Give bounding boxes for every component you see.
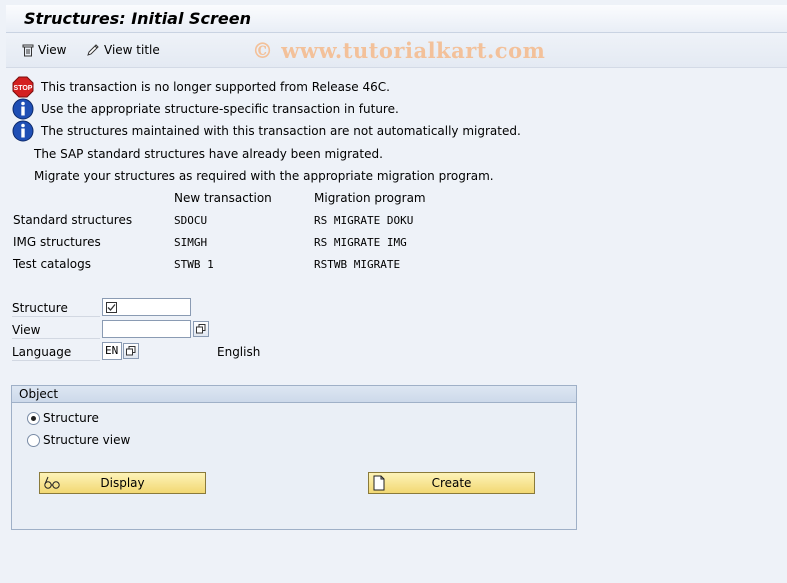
view-button[interactable]: View <box>22 43 66 57</box>
language-value: EN <box>105 344 119 357</box>
column-header-transaction: New transaction <box>174 191 272 205</box>
message-info: The structures maintained with this tran… <box>12 120 521 142</box>
info-icon <box>12 98 34 120</box>
stop-icon: STOP <box>12 76 34 98</box>
language-input[interactable]: EN <box>102 342 122 360</box>
view-title-button[interactable]: View title <box>86 43 160 57</box>
row-transaction: STWB 1 <box>174 258 214 271</box>
info-icon <box>12 120 34 142</box>
structure-input[interactable] <box>102 298 191 316</box>
message-stop: STOP This transaction is no longer suppo… <box>12 76 390 98</box>
row-program: RS MIGRATE DOKU <box>314 214 414 227</box>
row-program: RS MIGRATE IMG <box>314 236 407 249</box>
structure-label: Structure <box>12 299 100 317</box>
message-text: Use the appropriate structure-specific t… <box>41 102 399 116</box>
value-help-icon <box>126 346 136 356</box>
radio-circle <box>27 411 40 425</box>
language-description: English <box>217 345 261 359</box>
language-value-help-button[interactable] <box>123 343 139 359</box>
title-bar: Structures: Initial Screen <box>6 5 787 33</box>
language-label: Language <box>12 343 100 361</box>
radio-dot <box>31 415 36 421</box>
row-transaction: SDOCU <box>174 214 208 227</box>
row-transaction: SIMGH <box>174 236 208 249</box>
message-text: The structures maintained with this tran… <box>41 124 521 138</box>
view-input[interactable] <box>102 320 191 338</box>
message-info: Use the appropriate structure-specific t… <box>12 98 399 120</box>
object-groupbox: Object Structure Structure view Display … <box>11 385 577 530</box>
svg-text:STOP: STOP <box>14 85 33 92</box>
row-label: IMG structures <box>13 235 101 249</box>
row-label: Test catalogs <box>13 257 91 271</box>
radio-label: Structure view <box>43 433 131 447</box>
display-button-label: Display <box>100 476 145 490</box>
required-checkbox-icon <box>106 302 117 313</box>
page-title: Structures: Initial Screen <box>24 9 252 28</box>
column-header-program: Migration program <box>314 191 426 205</box>
create-button-label: Create <box>431 476 472 490</box>
view-button-label: View <box>38 43 67 57</box>
radio-circle <box>27 433 40 447</box>
watermark: © www.tutorialkart.com <box>252 38 546 63</box>
view-title-label: View title <box>104 43 160 57</box>
new-document-icon <box>373 475 385 491</box>
application-toolbar: View View title © www.tutorialkart.com <box>6 34 787 68</box>
radio-structure-view[interactable]: Structure view <box>27 433 130 447</box>
display-button[interactable]: Display <box>39 472 206 494</box>
groupbox-title: Object <box>12 386 576 403</box>
view-value-help-button[interactable] <box>193 321 209 337</box>
trash-icon <box>22 44 34 56</box>
row-label: Standard structures <box>13 213 133 227</box>
note-text: The SAP standard structures have already… <box>34 147 383 161</box>
view-label: View <box>12 321 100 339</box>
note-text: Migrate your structures as required with… <box>34 169 494 183</box>
radio-label: Structure <box>43 411 99 425</box>
pencil-icon <box>87 44 99 56</box>
radio-structure[interactable]: Structure <box>27 411 99 425</box>
message-text: This transaction is no longer supported … <box>41 80 390 94</box>
create-button[interactable]: Create <box>368 472 535 494</box>
glasses-icon <box>44 476 60 489</box>
row-program: RSTWB MIGRATE <box>314 258 401 271</box>
value-help-icon <box>196 324 206 334</box>
